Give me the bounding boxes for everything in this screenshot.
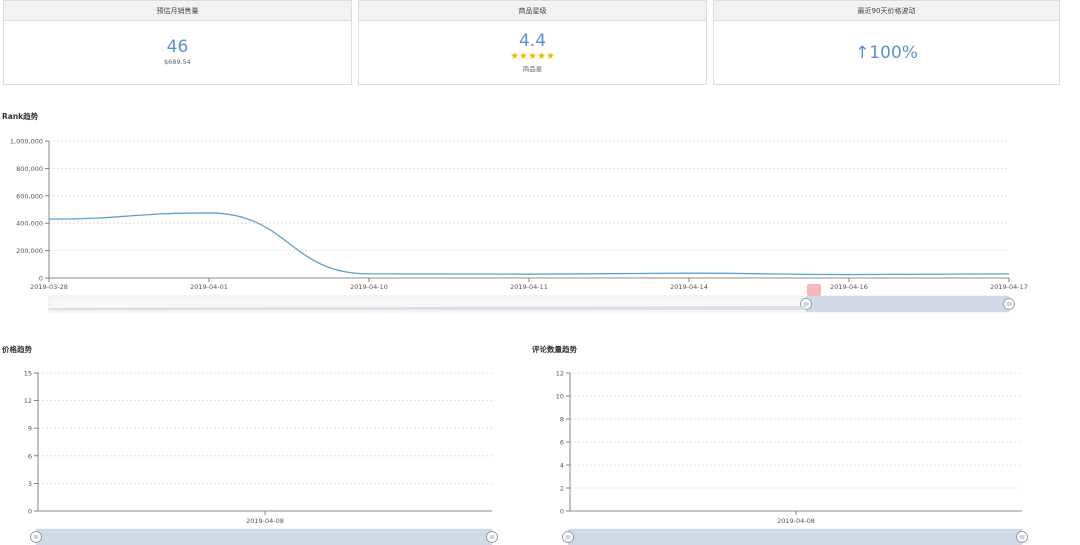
price-change-value: ↑100% — [855, 43, 918, 63]
y-tick-label: 2 — [560, 485, 564, 493]
x-tick-label: 2019-04-17 — [990, 283, 1028, 291]
zoom-handle-icon — [1016, 531, 1028, 543]
sales-amount: $689.54 — [164, 58, 191, 66]
y-tick-label: 10 — [556, 393, 564, 401]
zoom-slider-selection — [806, 296, 1009, 312]
x-tick-label: 2019-04-11 — [510, 283, 548, 291]
star-rating-icon: ★★★★★ — [510, 51, 555, 62]
x-tick-label: 2019-04-08 — [777, 517, 815, 525]
y-tick-label: 0 — [39, 275, 43, 283]
rank-trend-chart: 1,000,000800,000600,000400,000200,000020… — [10, 138, 1028, 313]
y-tick-label: 6 — [28, 452, 32, 460]
y-tick-label: 8 — [560, 416, 564, 424]
x-tick-label: 2019-04-16 — [830, 283, 868, 291]
rating-value: 4.4 — [518, 31, 547, 51]
y-tick-label: 800,000 — [16, 165, 43, 173]
y-tick-label: 12 — [24, 397, 32, 405]
y-tick-label: 15 — [24, 370, 32, 378]
hover-marker-icon — [807, 284, 821, 296]
review-chart-title: 评论数量趋势 — [532, 345, 577, 354]
y-tick-label: 9 — [28, 425, 32, 433]
x-tick-label: 2019-03-28 — [30, 283, 68, 291]
zoom-handle-icon — [486, 531, 498, 543]
card-price-change: 最近90天价格波动 ↑100% — [713, 0, 1060, 85]
card-title: 最近90天价格波动 — [714, 1, 1059, 21]
zoom-handle-icon — [30, 531, 42, 543]
rank-series-line — [48, 212, 1010, 276]
sales-value: 46 — [166, 37, 189, 57]
y-tick-label: 400,000 — [16, 220, 43, 228]
y-tick-label: 12 — [556, 370, 564, 378]
card-monthly-sales: 预估月销售量 46 $689.54 — [3, 0, 352, 85]
y-tick-label: 6 — [560, 439, 564, 447]
y-tick-label: 600,000 — [16, 192, 43, 200]
x-tick-label: 2019-04-10 — [350, 283, 388, 291]
rank-chart-title: Rank趋势 — [2, 112, 39, 121]
y-tick-label: 0 — [28, 508, 32, 516]
zoom-handle-icon — [1003, 298, 1015, 310]
y-tick-label: 0 — [560, 508, 564, 516]
review-trend-chart: 12 10 8 6 4 2 0 2019-04-08 — [556, 370, 1028, 545]
x-tick-label: 2019-04-01 — [190, 283, 228, 291]
y-tick-label: 4 — [560, 462, 564, 470]
y-tick-label: 200,000 — [16, 247, 43, 255]
zoom-slider-selection — [36, 529, 492, 545]
card-title: 商品星级 — [359, 1, 706, 21]
rating-label: 商品星 — [522, 65, 543, 73]
x-tick-label: 2019-04-14 — [670, 283, 708, 291]
y-tick-label: 1,000,000 — [10, 138, 43, 146]
x-tick-label: 2019-04-08 — [246, 517, 284, 525]
zoom-slider-selection — [568, 529, 1022, 545]
price-chart-title: 价格趋势 — [2, 345, 32, 354]
price-trend-chart: 15 12 9 6 3 0 2019-04-08 — [24, 370, 498, 545]
card-rating: 商品星级 4.4 ★★★★★ 商品星 — [358, 0, 707, 85]
y-tick-label: 3 — [28, 480, 32, 488]
zoom-handle-icon — [562, 531, 574, 543]
card-title: 预估月销售量 — [4, 1, 351, 21]
